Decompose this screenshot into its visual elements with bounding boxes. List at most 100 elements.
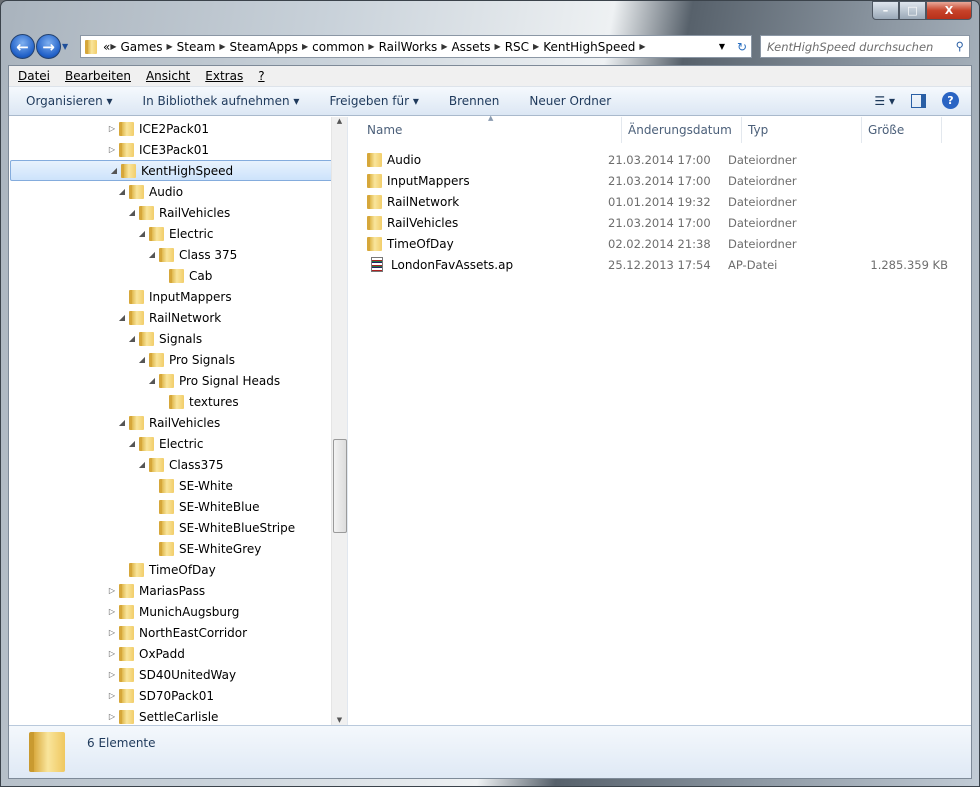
tree-item[interactable]: ◢ Electric: [9, 433, 347, 454]
collapsed-arrow-icon[interactable]: ▷: [107, 670, 117, 679]
collapsed-arrow-icon[interactable]: ▷: [107, 586, 117, 595]
refresh-icon[interactable]: ↻: [737, 40, 747, 54]
expanded-arrow-icon[interactable]: ◢: [127, 334, 137, 343]
tree-item[interactable]: SE-WhiteGrey: [9, 538, 347, 559]
tree-item[interactable]: ▷ MunichAugsburg: [9, 601, 347, 622]
tree-item[interactable]: ▷ ICE3Pack01: [9, 139, 347, 160]
expanded-arrow-icon[interactable]: ◢: [137, 355, 147, 364]
forward-button[interactable]: →: [36, 34, 61, 59]
file-row[interactable]: InputMappers 21.03.2014 17:00 Dateiordner: [348, 170, 971, 191]
share-with-button[interactable]: Freigeben für ▾: [329, 94, 418, 108]
tree-item[interactable]: ▷ OxPadd: [9, 643, 347, 664]
tree-item[interactable]: ◢ Signals: [9, 328, 347, 349]
breadcrumb-item[interactable]: Steam: [177, 40, 216, 54]
expanded-arrow-icon[interactable]: ◢: [137, 460, 147, 469]
back-button[interactable]: ←: [10, 34, 35, 59]
tree-item[interactable]: ▷ NorthEastCorridor: [9, 622, 347, 643]
view-options-icon[interactable]: ☰ ▾: [874, 94, 895, 108]
collapsed-arrow-icon[interactable]: ▷: [107, 649, 117, 658]
collapsed-arrow-icon[interactable]: ▷: [107, 628, 117, 637]
tree-item[interactable]: ▷ ICE2Pack01: [9, 118, 347, 139]
breadcrumb-item[interactable]: common: [312, 40, 364, 54]
expanded-arrow-icon[interactable]: ◢: [127, 439, 137, 448]
file-row[interactable]: RailNetwork 01.01.2014 19:32 Dateiordner: [348, 191, 971, 212]
menu-item[interactable]: Ansicht: [146, 69, 190, 83]
breadcrumb-separator-icon[interactable]: ▶: [639, 42, 645, 51]
tree-item[interactable]: ◢ Pro Signal Heads: [9, 370, 347, 391]
tree-item[interactable]: textures: [9, 391, 347, 412]
breadcrumb-item[interactable]: Games: [121, 40, 163, 54]
maximize-button[interactable]: □: [899, 1, 926, 20]
breadcrumb-separator-icon[interactable]: ▶: [166, 42, 172, 51]
file-row[interactable]: LondonFavAssets.ap 25.12.2013 17:54 AP-Dat…: [348, 254, 971, 275]
breadcrumb-separator-icon[interactable]: ▶: [441, 42, 447, 51]
tree-item[interactable]: ▷ SD70Pack01: [9, 685, 347, 706]
tree-item[interactable]: ◢ RailVehicles: [9, 412, 347, 433]
address-bar[interactable]: « ▶ Games ▶ Steam ▶ SteamApps ▶ common ▶ RailWork…: [80, 35, 752, 58]
tree-item[interactable]: ▷ SD40UnitedWay: [9, 664, 347, 685]
tree-item[interactable]: ◢ Audio: [9, 181, 347, 202]
tree-item[interactable]: ◢ KentHighSpeed: [10, 160, 345, 181]
help-icon[interactable]: ?: [942, 92, 959, 109]
address-dropdown-icon[interactable]: ▼: [719, 42, 725, 51]
expanded-arrow-icon[interactable]: ◢: [137, 229, 147, 238]
search-input[interactable]: KentHighSpeed durchsuchen ⚲: [760, 35, 970, 58]
close-button[interactable]: X: [926, 1, 972, 20]
breadcrumb-separator-icon[interactable]: ▶: [219, 42, 225, 51]
tree-item[interactable]: InputMappers: [9, 286, 347, 307]
breadcrumb-separator-icon[interactable]: ▶: [110, 42, 116, 51]
burn-button[interactable]: Brennen: [449, 94, 499, 108]
tree-item[interactable]: Cab: [9, 265, 347, 286]
tree-item[interactable]: TimeOfDay: [9, 559, 347, 580]
organize-button[interactable]: Organisieren ▾: [26, 94, 113, 108]
column-name[interactable]: Name: [348, 117, 622, 143]
tree-item[interactable]: ▷ MariasPass: [9, 580, 347, 601]
collapsed-arrow-icon[interactable]: ▷: [107, 712, 117, 721]
recent-pages-dropdown[interactable]: ▼: [62, 42, 68, 51]
scrollbar-thumb[interactable]: [333, 439, 347, 533]
tree-item[interactable]: ▷ SettleCarlisle: [9, 706, 347, 726]
collapsed-arrow-icon[interactable]: ▷: [107, 607, 117, 616]
tree-item[interactable]: SE-WhiteBlue: [9, 496, 347, 517]
file-row[interactable]: RailVehicles 21.03.2014 17:00 Dateiordner: [348, 212, 971, 233]
tree-item[interactable]: SE-White: [9, 475, 347, 496]
column-size[interactable]: Größe: [862, 117, 942, 143]
tree-item[interactable]: ◢ Electric: [9, 223, 347, 244]
column-type[interactable]: Typ: [742, 117, 862, 143]
breadcrumb-item[interactable]: SteamApps: [230, 40, 298, 54]
expanded-arrow-icon[interactable]: ◢: [147, 250, 157, 259]
menu-item[interactable]: Datei: [18, 69, 50, 83]
breadcrumb-item[interactable]: RSC: [505, 40, 529, 54]
tree-item[interactable]: ◢ Pro Signals: [9, 349, 347, 370]
expanded-arrow-icon[interactable]: ◢: [147, 376, 157, 385]
tree-item[interactable]: ◢ Class375: [9, 454, 347, 475]
collapsed-arrow-icon[interactable]: ▷: [107, 145, 117, 154]
expanded-arrow-icon[interactable]: ◢: [117, 313, 127, 322]
tree-item[interactable]: ◢ RailVehicles: [9, 202, 347, 223]
menu-item[interactable]: Bearbeiten: [65, 69, 131, 83]
new-folder-button[interactable]: Neuer Ordner: [529, 94, 611, 108]
file-row[interactable]: TimeOfDay 02.02.2014 21:38 Dateiordner: [348, 233, 971, 254]
expanded-arrow-icon[interactable]: ◢: [109, 166, 119, 175]
breadcrumb-item[interactable]: Assets: [451, 40, 490, 54]
add-to-library-button[interactable]: In Bibliothek aufnehmen ▾: [143, 94, 300, 108]
expanded-arrow-icon[interactable]: ◢: [117, 418, 127, 427]
file-row[interactable]: Audio 21.03.2014 17:00 Dateiordner: [348, 149, 971, 170]
collapsed-arrow-icon[interactable]: ▷: [107, 691, 117, 700]
tree-item[interactable]: ◢ RailNetwork: [9, 307, 347, 328]
column-date[interactable]: Änderungsdatum: [622, 117, 742, 143]
collapsed-arrow-icon[interactable]: ▷: [107, 124, 117, 133]
breadcrumb-item[interactable]: KentHighSpeed: [543, 40, 635, 54]
breadcrumb-separator-icon[interactable]: ▶: [495, 42, 501, 51]
breadcrumb-item[interactable]: RailWorks: [379, 40, 438, 54]
breadcrumb-separator-icon[interactable]: ▶: [533, 42, 539, 51]
address-overflow[interactable]: «: [103, 40, 110, 54]
menu-item[interactable]: Extras: [205, 69, 243, 83]
minimize-button[interactable]: –: [872, 1, 899, 20]
preview-pane-icon[interactable]: [911, 93, 926, 108]
tree-scrollbar[interactable]: ▲ ▼: [331, 117, 347, 726]
breadcrumb-separator-icon[interactable]: ▶: [368, 42, 374, 51]
tree-item[interactable]: ◢ Class 375: [9, 244, 347, 265]
breadcrumb-separator-icon[interactable]: ▶: [302, 42, 308, 51]
tree-item[interactable]: SE-WhiteBlueStripe: [9, 517, 347, 538]
